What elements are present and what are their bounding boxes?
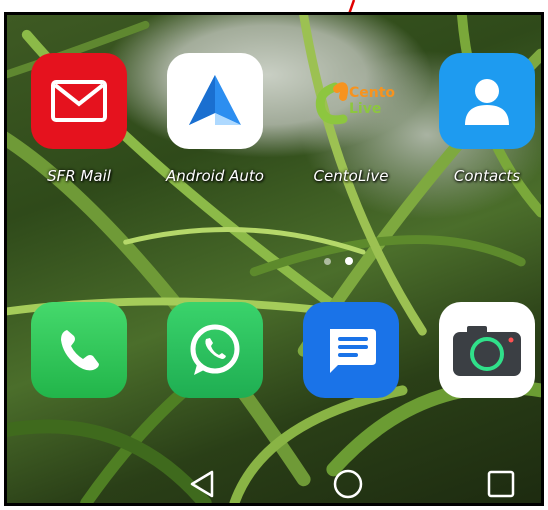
home-screen: SFR Mail Android Auto Cento Live CentoLi…	[4, 12, 544, 506]
app-label: Contacts	[453, 167, 521, 185]
camera-icon	[453, 326, 521, 376]
svg-text:Live: Live	[349, 101, 381, 117]
home-button[interactable]	[325, 461, 371, 503]
centolive-logo-icon: Cento Live	[315, 82, 395, 125]
app-phone[interactable]	[31, 302, 127, 398]
phone-icon	[61, 330, 99, 371]
svg-text:Cento: Cento	[349, 85, 395, 101]
app-contacts[interactable]	[439, 53, 535, 149]
app-label: Android Auto	[166, 167, 264, 185]
app-android-auto[interactable]	[167, 53, 263, 149]
back-button[interactable]	[180, 461, 226, 503]
app-label: CentoLive	[313, 167, 389, 185]
whatsapp-icon	[190, 324, 240, 375]
app-centolive[interactable]: Cento Live	[303, 53, 399, 149]
messages-icon	[330, 329, 376, 373]
app-messages[interactable]	[303, 302, 399, 398]
recents-button[interactable]	[478, 461, 524, 503]
navigation-bar	[7, 461, 541, 503]
page-indicator-dot[interactable]	[324, 258, 331, 265]
android-auto-icon	[189, 75, 241, 125]
app-camera[interactable]	[439, 302, 535, 398]
page-indicator-dot-active[interactable]	[345, 257, 353, 265]
home-icon	[333, 469, 363, 499]
recents-icon	[487, 470, 515, 498]
app-whatsapp[interactable]	[167, 302, 263, 398]
contact-person-icon	[465, 79, 509, 125]
back-icon	[190, 470, 214, 498]
app-label: SFR Mail	[47, 167, 111, 185]
mail-icon	[51, 80, 107, 122]
app-sfr-mail[interactable]	[31, 53, 127, 149]
